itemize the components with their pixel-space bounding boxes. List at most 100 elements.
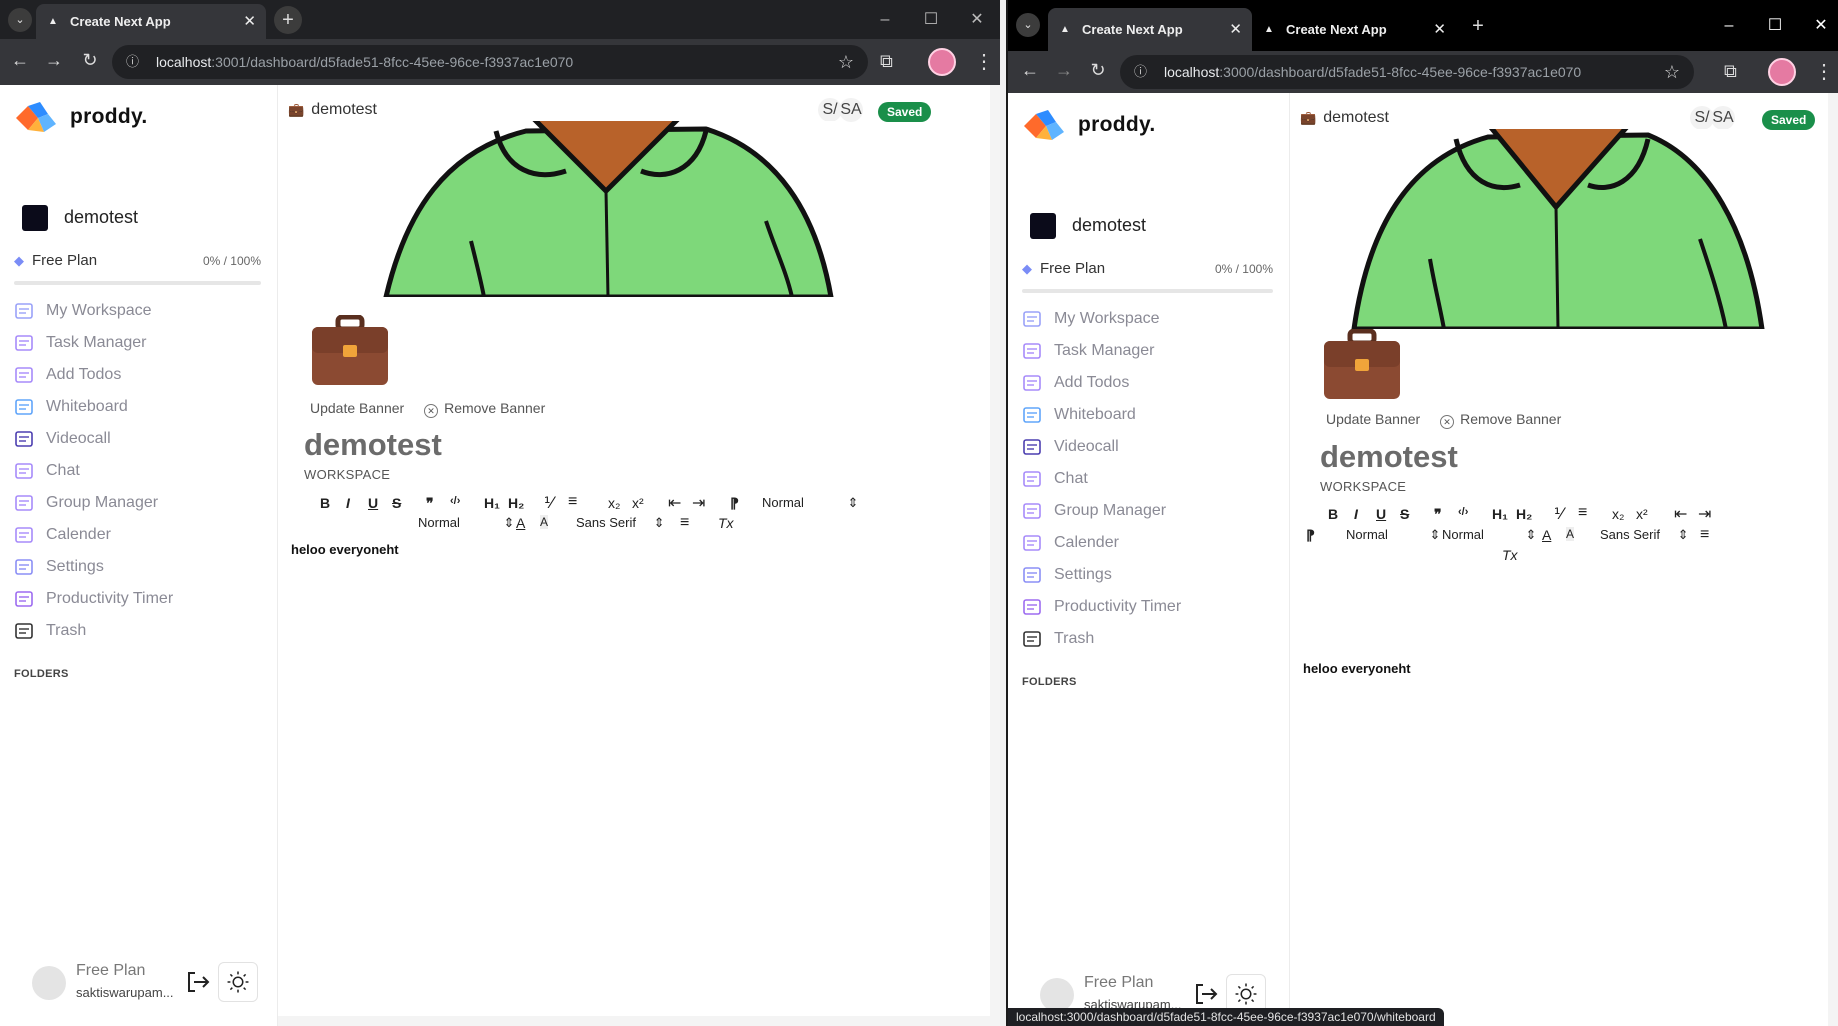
tab-create-next-app[interactable]: ▲ Create Next App ✕ xyxy=(36,4,266,39)
indent-button[interactable]: ⇥ xyxy=(692,493,705,513)
update-banner-button[interactable]: Update Banner xyxy=(1326,411,1420,427)
maximize-icon[interactable]: ☐ xyxy=(908,0,954,39)
tab-search-chevron-icon[interactable]: ⌄ xyxy=(1016,13,1040,37)
h2-button[interactable]: H₂ xyxy=(508,495,524,511)
blockquote-button[interactable]: ❞ xyxy=(426,495,434,512)
sidebar-item-group-manager[interactable]: Group Manager xyxy=(1022,495,1289,527)
h2-button[interactable]: H₂ xyxy=(1516,506,1532,522)
address-bar[interactable]: ⓘ localhost:3001/dashboard/d5fade51-8fcc… xyxy=(112,45,868,79)
sidebar-item-settings[interactable]: Settings xyxy=(14,551,277,583)
user-avatar[interactable] xyxy=(1040,978,1074,1012)
star-icon[interactable]: ☆ xyxy=(1664,55,1680,89)
indent-button[interactable]: ⇥ xyxy=(1698,504,1711,524)
bold-button[interactable]: B xyxy=(1328,506,1338,522)
sidebar-item-productivity-timer[interactable]: Productivity Timer xyxy=(14,583,277,615)
close-icon[interactable]: ✕ xyxy=(1798,0,1838,51)
code-block-button[interactable]: ‹/› xyxy=(450,495,460,507)
superscript-button[interactable]: x² xyxy=(1636,506,1648,522)
page-title[interactable]: demotest xyxy=(304,427,442,463)
outdent-button[interactable]: ⇤ xyxy=(668,493,681,513)
info-icon[interactable]: ⓘ xyxy=(126,45,139,79)
back-arrow-icon[interactable]: ← xyxy=(1018,60,1042,81)
strike-button[interactable]: S xyxy=(392,495,401,511)
close-tab-icon[interactable]: ✕ xyxy=(1433,8,1446,51)
align-button[interactable]: ≡ xyxy=(1700,526,1709,544)
vertical-scrollbar[interactable] xyxy=(990,85,1000,1026)
info-icon[interactable]: ⓘ xyxy=(1134,55,1147,89)
briefcase-icon[interactable] xyxy=(310,315,390,387)
bullet-list-button[interactable]: ≡ xyxy=(1578,504,1587,522)
forward-arrow-icon[interactable]: → xyxy=(42,50,66,71)
update-banner-button[interactable]: Update Banner xyxy=(310,400,404,416)
sidebar-item-add-todos[interactable]: Add Todos xyxy=(14,359,277,391)
reload-icon[interactable]: ↻ xyxy=(1086,60,1110,81)
editor-content[interactable]: heloo everyoneht xyxy=(291,542,399,557)
kebab-icon[interactable]: ⋮ xyxy=(974,49,994,74)
close-tab-icon[interactable]: ✕ xyxy=(1229,8,1242,51)
sidebar-item-chat[interactable]: Chat xyxy=(14,455,277,487)
code-block-button[interactable]: ‹/› xyxy=(1458,506,1468,518)
back-arrow-icon[interactable]: ← xyxy=(8,50,32,71)
underline-button[interactable]: U xyxy=(1376,506,1386,522)
new-tab-button[interactable]: + xyxy=(1464,12,1492,40)
align-button[interactable]: ≡ xyxy=(680,514,689,532)
extensions-icon[interactable]: ⧉ xyxy=(880,51,893,72)
header-select[interactable]: Normal ⇕ xyxy=(762,495,858,511)
header-select[interactable]: Normal ⇕ xyxy=(1346,527,1440,543)
sidebar-item-calender[interactable]: Calender xyxy=(14,519,277,551)
sidebar-item-task-manager[interactable]: Task Manager xyxy=(14,327,277,359)
clear-format-button[interactable]: Tx xyxy=(1502,547,1518,563)
ordered-list-button[interactable]: ⅟ xyxy=(544,493,553,513)
h1-button[interactable]: H₁ xyxy=(1492,506,1508,522)
size-select[interactable]: Normal ⇕ xyxy=(418,515,514,531)
logout-icon[interactable] xyxy=(1192,980,1220,1008)
remove-banner-button[interactable]: ✕ Remove Banner xyxy=(1440,411,1561,429)
briefcase-icon[interactable] xyxy=(1322,329,1402,401)
subscript-button[interactable]: x₂ xyxy=(608,495,620,511)
background-color-button[interactable]: A xyxy=(540,515,549,529)
user-avatar[interactable] xyxy=(32,966,66,1000)
sidebar-item-task-manager[interactable]: Task Manager xyxy=(1022,335,1289,367)
tab-create-next-app[interactable]: ▲ Create Next App ✕ xyxy=(1048,8,1252,51)
vertical-scrollbar[interactable] xyxy=(1828,93,1838,1026)
close-tab-icon[interactable]: ✕ xyxy=(243,4,256,39)
sidebar-item-settings[interactable]: Settings xyxy=(1022,559,1289,591)
font-select[interactable]: Sans Serif ⇕ xyxy=(1600,527,1689,543)
italic-button[interactable]: I xyxy=(346,495,350,511)
extensions-icon[interactable]: ⧉ xyxy=(1724,61,1737,82)
bullet-list-button[interactable]: ≡ xyxy=(568,493,577,511)
collaborator-avatar[interactable]: SA xyxy=(1711,106,1735,130)
sidebar-item-my-workspace[interactable]: My Workspace xyxy=(1022,303,1289,335)
text-color-button[interactable]: A xyxy=(1542,527,1551,543)
sidebar-item-chat[interactable]: Chat xyxy=(1022,463,1289,495)
clear-format-button[interactable]: Tx xyxy=(718,515,734,531)
profile-avatar[interactable] xyxy=(928,48,956,76)
horizontal-scrollbar[interactable] xyxy=(278,1016,990,1026)
sidebar-item-trash[interactable]: Trash xyxy=(1022,623,1289,655)
background-color-button[interactable]: A xyxy=(1566,527,1575,541)
new-tab-button[interactable]: + xyxy=(274,6,302,34)
sidebar-item-group-manager[interactable]: Group Manager xyxy=(14,487,277,519)
tab-create-next-app-2[interactable]: ▲ Create Next App ✕ xyxy=(1252,8,1456,51)
sidebar-item-whiteboard[interactable]: Whiteboard xyxy=(1022,399,1289,431)
sidebar-item-trash[interactable]: Trash xyxy=(14,615,277,647)
ordered-list-button[interactable]: ⅟ xyxy=(1554,504,1563,524)
sidebar-item-whiteboard[interactable]: Whiteboard xyxy=(14,391,277,423)
reload-icon[interactable]: ↻ xyxy=(78,50,102,71)
logout-icon[interactable] xyxy=(184,968,212,996)
maximize-icon[interactable]: ☐ xyxy=(1752,0,1798,51)
text-color-button[interactable]: A xyxy=(516,515,525,531)
sidebar-item-add-todos[interactable]: Add Todos xyxy=(1022,367,1289,399)
size-select[interactable]: Normal ⇕ xyxy=(1442,527,1536,543)
sidebar-item-videocall[interactable]: Videocall xyxy=(1022,431,1289,463)
direction-rtl-button[interactable]: ⁋ xyxy=(730,495,739,512)
address-bar[interactable]: ⓘ localhost:3000/dashboard/d5fade51-8fcc… xyxy=(1120,55,1694,89)
strike-button[interactable]: S xyxy=(1400,506,1409,522)
italic-button[interactable]: I xyxy=(1354,506,1358,522)
subscript-button[interactable]: x₂ xyxy=(1612,506,1624,522)
collaborator-avatar[interactable]: SA xyxy=(839,98,863,122)
outdent-button[interactable]: ⇤ xyxy=(1674,504,1687,524)
sidebar-item-videocall[interactable]: Videocall xyxy=(14,423,277,455)
profile-avatar[interactable] xyxy=(1768,58,1796,86)
minimize-icon[interactable]: – xyxy=(1706,0,1752,51)
